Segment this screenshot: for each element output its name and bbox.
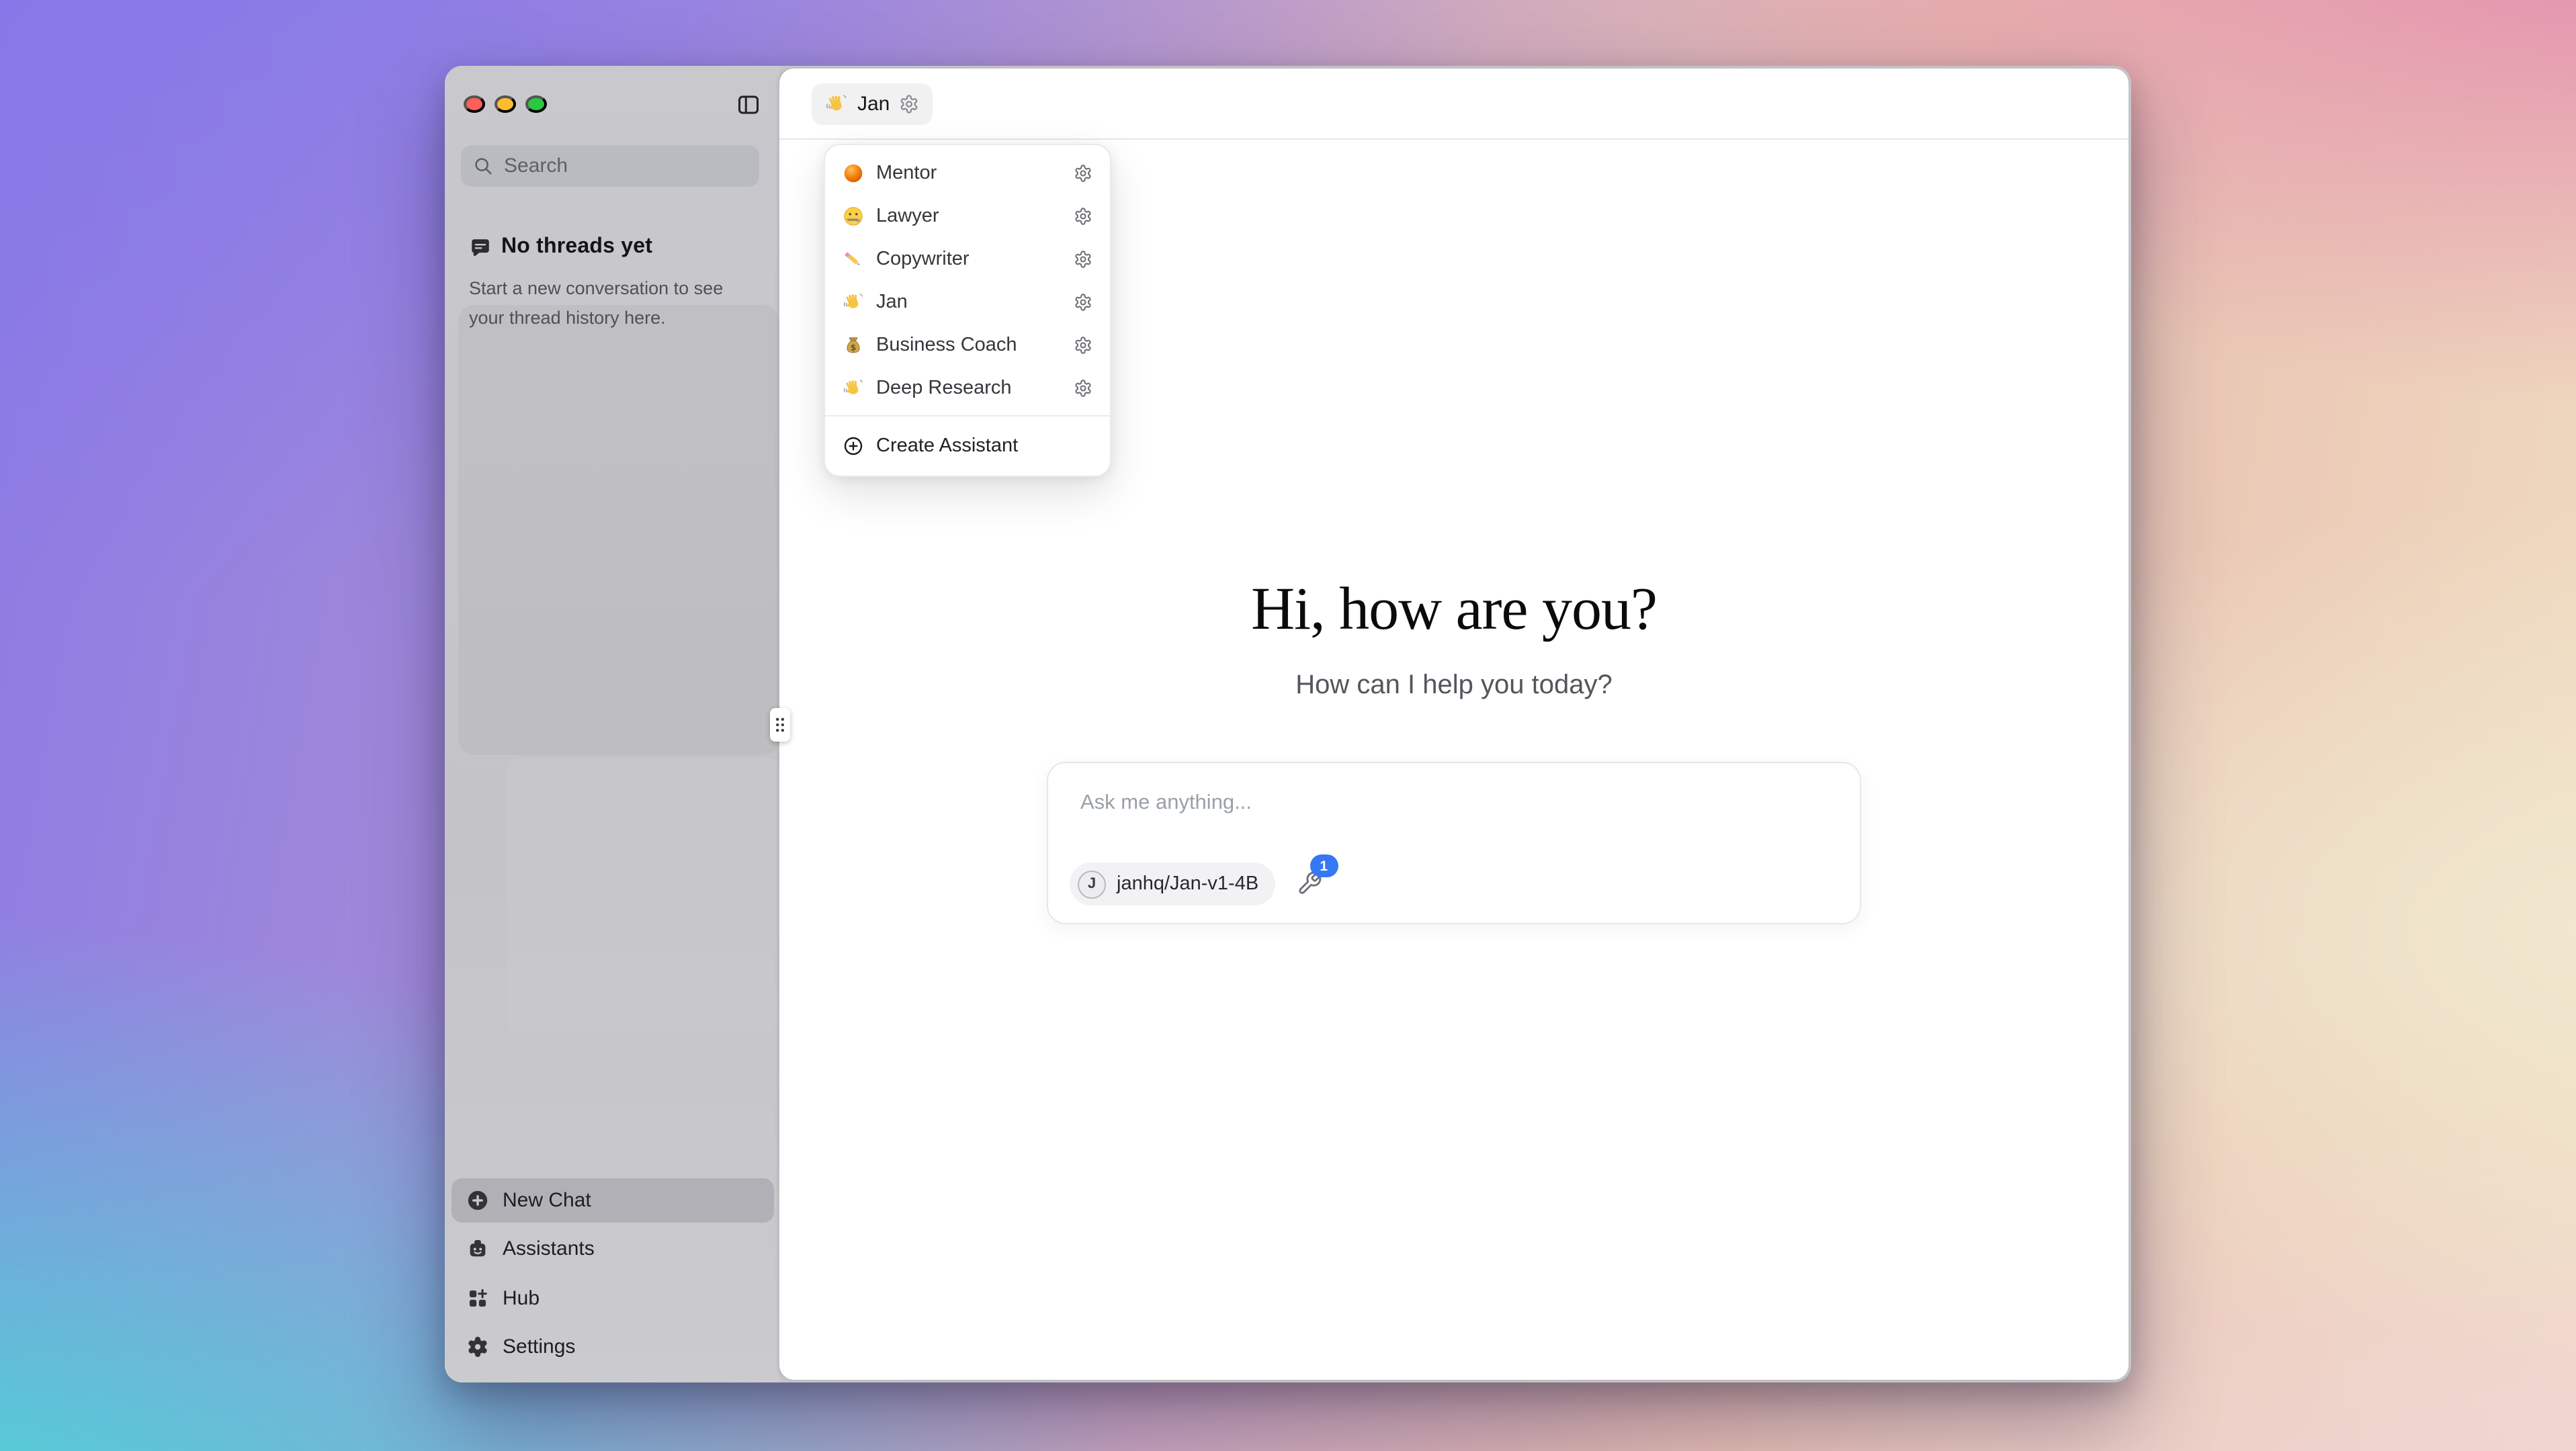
menu-item-copywriter[interactable]: Copywriter xyxy=(825,238,1110,281)
hero-title: Hi, how are you? xyxy=(779,568,2129,649)
zipper-mouth-emoji xyxy=(843,206,864,227)
assistant-selector-button[interactable]: Jan xyxy=(812,83,933,125)
topbar-divider xyxy=(779,138,2129,140)
waving-hand-emoji xyxy=(843,292,864,313)
gear-icon xyxy=(899,94,919,114)
sidebar-item-new-chat[interactable]: New Chat xyxy=(452,1178,774,1222)
grip-dots-icon xyxy=(773,715,787,735)
menu-item-label: Mentor xyxy=(876,163,1074,184)
gear-icon[interactable] xyxy=(1074,250,1092,269)
pencil-emoji xyxy=(843,249,864,270)
search-input[interactable] xyxy=(501,153,747,179)
panel-left-icon xyxy=(736,93,761,117)
assistants-menu: Mentor Lawyer Copywriter xyxy=(824,144,1111,477)
minimize-window-button[interactable] xyxy=(495,95,516,113)
gear-icon xyxy=(466,1335,489,1358)
sidebar-item-label: Settings xyxy=(503,1335,575,1358)
circle-plus-icon xyxy=(843,435,864,457)
sidebar-item-label: Assistants xyxy=(503,1237,595,1260)
menu-item-label: Business Coach xyxy=(876,335,1074,356)
model-avatar: J xyxy=(1078,870,1106,898)
sidebar-item-assistants[interactable]: Assistants xyxy=(452,1227,774,1271)
menu-item-jan[interactable]: Jan xyxy=(825,281,1110,324)
search-field[interactable] xyxy=(461,145,759,187)
zoom-window-button[interactable] xyxy=(525,95,547,113)
menu-item-label: Deep Research xyxy=(876,378,1074,399)
assistant-name: Jan xyxy=(857,93,890,116)
gear-icon[interactable] xyxy=(1074,379,1092,398)
svg-text:$: $ xyxy=(851,343,856,352)
money-bag-emoji: $ xyxy=(843,335,864,356)
menu-divider xyxy=(825,415,1110,416)
menu-item-lawyer[interactable]: Lawyer xyxy=(825,195,1110,238)
menu-item-mentor[interactable]: Mentor xyxy=(825,152,1110,195)
tools-count-badge: 1 xyxy=(1310,854,1338,877)
hub-squares-icon xyxy=(466,1286,489,1309)
sidebar-item-hub[interactable]: Hub xyxy=(452,1276,774,1320)
menu-item-business-coach[interactable]: $ Business Coach xyxy=(825,324,1110,367)
sidebar: No threads yet Start a new conversation … xyxy=(445,66,779,1382)
message-square-icon xyxy=(469,236,492,259)
create-assistant-label: Create Assistant xyxy=(876,435,1092,457)
chat-composer: J janhq/Jan-v1-4B 1 xyxy=(1047,762,1861,924)
model-name: janhq/Jan-v1-4B xyxy=(1117,873,1258,895)
empty-state-title: No threads yet xyxy=(501,235,652,259)
gear-icon[interactable] xyxy=(1074,293,1092,312)
app-window: No threads yet Start a new conversation … xyxy=(445,66,2131,1382)
sidebar-blur-ghost xyxy=(507,758,779,1033)
chat-input[interactable] xyxy=(1078,790,1830,817)
gear-icon[interactable] xyxy=(1074,164,1092,183)
create-assistant-button[interactable]: Create Assistant xyxy=(825,422,1110,470)
main-panel: Jan Mentor Lawyer xyxy=(779,69,2129,1380)
window-controls xyxy=(464,95,547,113)
hero-subtitle: How can I help you today? xyxy=(779,665,2129,705)
menu-item-label: Lawyer xyxy=(876,206,1074,227)
menu-item-label: Jan xyxy=(876,292,1074,313)
waving-hand-emoji xyxy=(843,378,864,399)
sidebar-item-settings[interactable]: Settings xyxy=(452,1325,774,1369)
threads-empty-state: No threads yet xyxy=(469,235,652,259)
menu-item-deep-research[interactable]: Deep Research xyxy=(825,367,1110,410)
empty-state-description: Start a new conversation to see your thr… xyxy=(469,274,757,333)
menu-item-label: Copywriter xyxy=(876,249,1074,270)
gear-icon[interactable] xyxy=(1074,336,1092,355)
model-selector-button[interactable]: J janhq/Jan-v1-4B xyxy=(1070,863,1275,906)
orange-circle-emoji xyxy=(843,163,864,184)
composer-toolbar: J janhq/Jan-v1-4B 1 xyxy=(1070,863,1323,906)
waving-hand-emoji xyxy=(825,93,848,116)
bot-icon xyxy=(466,1237,489,1260)
close-window-button[interactable] xyxy=(464,95,485,113)
gear-icon[interactable] xyxy=(1074,207,1092,226)
sidebar-toggle-button[interactable] xyxy=(730,86,767,124)
desktop-background: No threads yet Start a new conversation … xyxy=(0,0,2576,1451)
search-icon xyxy=(473,156,493,176)
main-panel-frame: Jan Mentor Lawyer xyxy=(779,66,2131,1382)
sidebar-nav: New Chat Assistants Hub Settings xyxy=(452,1178,774,1369)
sidebar-item-label: Hub xyxy=(503,1286,540,1309)
tools-button[interactable]: 1 xyxy=(1296,871,1323,897)
sidebar-blur-ghost xyxy=(458,305,779,755)
sidebar-resize-handle[interactable] xyxy=(770,708,790,742)
circle-plus-filled-icon xyxy=(466,1188,489,1211)
sidebar-item-label: New Chat xyxy=(503,1188,591,1211)
